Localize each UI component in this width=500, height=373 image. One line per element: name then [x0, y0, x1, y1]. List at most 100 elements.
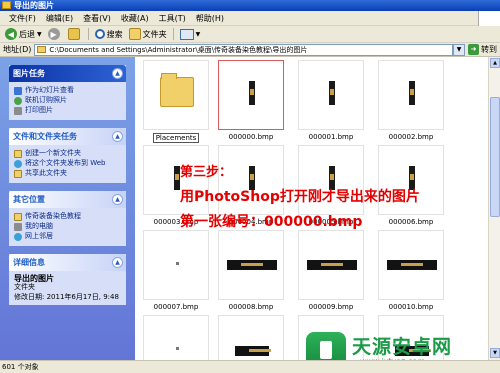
printer-icon: [14, 107, 22, 115]
task-pane: 图片任务 ▲ 作为幻灯片查看 联机订购照片 打印图片 文件和文件夹任务 ▲ 创建…: [0, 57, 135, 360]
file-item[interactable]: 000006.bmp: [378, 145, 444, 226]
back-button[interactable]: ◀ 后退 ▼: [2, 27, 45, 42]
scroll-down-icon[interactable]: ▼: [490, 348, 500, 358]
back-label: 后退: [19, 29, 35, 39]
details-modified: 修改日期: 2011年6月17日, 9:48: [14, 293, 119, 301]
task-label: 联机订购照片: [25, 96, 67, 104]
task-new-folder[interactable]: 创建一个新文件夹: [14, 149, 121, 158]
file-item[interactable]: [378, 315, 444, 360]
file-item[interactable]: [218, 315, 284, 360]
file-item[interactable]: [143, 315, 209, 360]
thumbnail: [218, 145, 284, 215]
picture-tasks-title: 图片任务: [13, 69, 45, 78]
up-folder-icon: [67, 28, 80, 40]
file-name: 000007.bmp: [153, 303, 199, 311]
toolbar: ◀ 后退 ▼ ▶ 搜索 文件夹 ▼: [0, 26, 500, 43]
file-item[interactable]: Placements: [143, 60, 209, 143]
details-header[interactable]: 详细信息 ▲: [9, 254, 126, 271]
views-dropdown-icon: ▼: [195, 30, 201, 38]
file-item[interactable]: 000002.bmp: [378, 60, 444, 141]
order-prints-icon: [14, 97, 22, 105]
collapse-icon[interactable]: ▲: [112, 68, 123, 79]
menu-tools[interactable]: 工具(T): [154, 11, 191, 26]
thumbnail: [378, 230, 444, 300]
scroll-up-icon[interactable]: ▲: [490, 58, 500, 68]
task-order-prints[interactable]: 联机订购照片: [14, 96, 121, 105]
views-button[interactable]: ▼: [177, 27, 204, 42]
menu-help[interactable]: 帮助(H): [191, 11, 229, 26]
file-name: 000006.bmp: [388, 218, 434, 226]
task-label: 共享此文件夹: [25, 169, 67, 177]
folders-button[interactable]: 文件夹: [126, 27, 170, 42]
file-item[interactable]: 000009.bmp: [298, 230, 364, 311]
file-item[interactable]: 000005.bmp: [298, 145, 364, 226]
image-preview: [387, 260, 437, 270]
file-name: 000000.bmp: [228, 133, 274, 141]
search-label: 搜索: [106, 29, 123, 39]
window-titlebar: 导出的图片: [0, 0, 500, 11]
windows-logo-icon: [478, 10, 500, 26]
place-network[interactable]: 网上邻居: [14, 232, 121, 241]
scrollbar-thumb[interactable]: [490, 97, 500, 217]
file-item[interactable]: 000003.bmp: [143, 145, 209, 226]
forward-arrow-icon: ▶: [47, 28, 60, 40]
file-item[interactable]: 000007.bmp: [143, 230, 209, 311]
task-share-folder[interactable]: 共享此文件夹: [14, 169, 121, 178]
file-tasks-title: 文件和文件夹任务: [13, 132, 77, 141]
slideshow-icon: [14, 87, 22, 95]
picture-tasks-header[interactable]: 图片任务 ▲: [9, 65, 126, 82]
image-preview: [409, 81, 415, 105]
file-name: 000008.bmp: [228, 303, 274, 311]
file-item[interactable]: 000000.bmp: [218, 60, 284, 141]
file-item[interactable]: 000008.bmp: [218, 230, 284, 311]
address-label: 地址(D): [3, 45, 32, 54]
details-type: 文件夹: [14, 283, 35, 291]
thumbnail: [298, 230, 364, 300]
thumbnail: [218, 60, 284, 130]
task-slideshow[interactable]: 作为幻灯片查看: [14, 86, 121, 95]
place-label: 网上邻居: [25, 232, 53, 240]
back-dropdown-icon[interactable]: ▼: [37, 31, 42, 38]
file-item[interactable]: 000010.bmp: [378, 230, 444, 311]
address-bar: 地址(D) C:\Documents and Settings\Administ…: [0, 43, 500, 57]
place-parent-folder[interactable]: 传奇装备染色教程: [14, 212, 121, 221]
collapse-icon[interactable]: ▲: [112, 194, 123, 205]
up-folder-button[interactable]: [65, 27, 85, 42]
file-name: 000005.bmp: [308, 218, 354, 226]
image-preview: [409, 166, 415, 190]
task-print-pictures[interactable]: 打印图片: [14, 106, 121, 115]
new-folder-icon: [14, 150, 22, 158]
menu-favorites[interactable]: 收藏(A): [116, 11, 154, 26]
file-item[interactable]: [298, 315, 364, 360]
thumbnail: [378, 145, 444, 215]
toolbar-divider: [87, 28, 89, 40]
vertical-scrollbar[interactable]: ▲ ▼: [488, 57, 500, 360]
file-tasks-header[interactable]: 文件和文件夹任务 ▲: [9, 128, 126, 145]
menu-edit[interactable]: 编辑(E): [41, 11, 78, 26]
go-button[interactable]: ➜ 转到: [465, 44, 500, 55]
task-publish-web[interactable]: 将这个文件夹发布到 Web: [14, 159, 121, 168]
collapse-icon[interactable]: ▲: [112, 131, 123, 142]
image-preview: [174, 166, 180, 190]
collapse-icon[interactable]: ▲: [112, 257, 123, 268]
thumbnail: [298, 315, 364, 360]
thumbnail: [143, 60, 209, 130]
toolbar-divider: [172, 28, 174, 40]
address-dropdown-icon[interactable]: ▼: [453, 43, 465, 56]
folder-icon: [160, 73, 194, 107]
menu-view[interactable]: 查看(V): [78, 11, 116, 26]
details-panel: 详细信息 ▲ 导出的图片 文件夹 修改日期: 2011年6月17日, 9:48: [9, 254, 126, 305]
address-field[interactable]: C:\Documents and Settings\Administrator\…: [34, 43, 453, 56]
place-my-computer[interactable]: 我的电脑: [14, 222, 121, 231]
thumbnail: [143, 315, 209, 360]
address-path: C:\Documents and Settings\Administrator\…: [49, 45, 308, 54]
image-preview: [331, 347, 334, 350]
other-places-header[interactable]: 其它位置 ▲: [9, 191, 126, 208]
menu-file[interactable]: 文件(F): [4, 11, 41, 26]
forward-button[interactable]: ▶: [45, 27, 65, 42]
file-item[interactable]: 000004.bmp: [218, 145, 284, 226]
search-button[interactable]: 搜索: [92, 27, 126, 42]
picture-tasks-panel: 图片任务 ▲ 作为幻灯片查看 联机订购照片 打印图片: [9, 65, 126, 120]
file-item[interactable]: 000001.bmp: [298, 60, 364, 141]
folder-icon: [37, 46, 47, 53]
